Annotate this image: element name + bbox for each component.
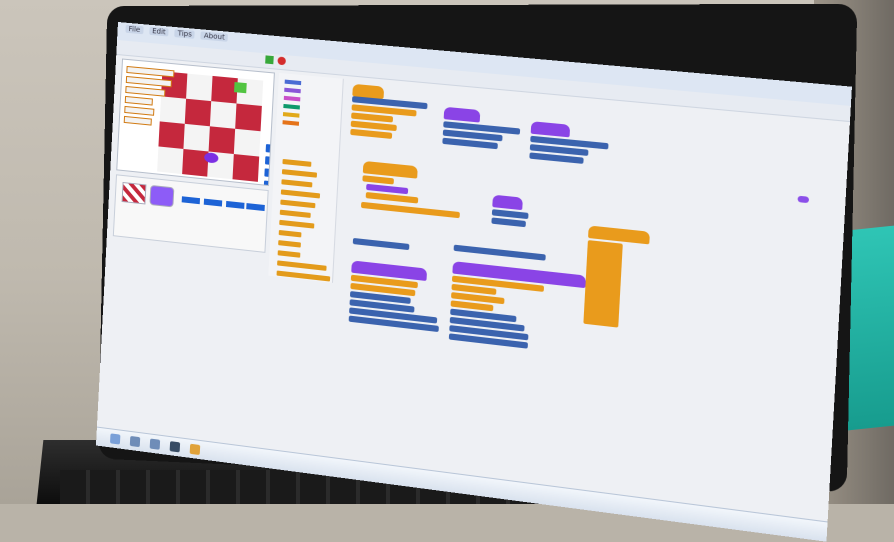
sprite-thumbnail[interactable] [225,200,245,209]
variable-monitor [125,75,172,88]
taskbar-app-icon[interactable] [149,438,161,450]
taskbar-app-icon[interactable] [169,441,181,453]
palette-block[interactable] [281,169,318,178]
variable-monitor [124,95,153,106]
blue-button[interactable] [265,144,275,154]
category-data[interactable] [282,120,300,126]
script-block[interactable] [352,237,410,251]
palette-block[interactable] [280,189,321,199]
palette-block[interactable] [278,240,301,248]
variable-monitors [123,65,175,128]
menu-file[interactable]: File [125,24,144,35]
category-looks[interactable] [284,87,301,94]
sprite-pane [112,174,269,253]
palette-block[interactable] [277,250,301,258]
category-sound[interactable] [283,95,301,102]
category-pen[interactable] [283,103,300,110]
palette-block[interactable] [278,229,302,238]
sprite-thumbnail[interactable] [121,181,147,205]
palette-block[interactable] [279,219,315,229]
palette-block[interactable] [277,260,327,271]
green-flag-icon[interactable] [265,55,274,65]
palette-block[interactable] [276,270,331,282]
category-events[interactable] [282,112,300,118]
current-sprite-icon [797,195,810,204]
script-block[interactable] [443,106,481,123]
script-block[interactable] [350,128,393,139]
palette-block[interactable] [280,199,316,209]
stage[interactable] [116,58,275,187]
script-block[interactable] [530,121,571,138]
sprite-thumbnail[interactable] [246,203,265,212]
sprite-thumbnail[interactable] [149,184,175,208]
menu-tips[interactable]: Tips [174,29,196,39]
variable-monitor [125,85,166,97]
palette-block[interactable] [282,158,312,167]
block-palette [268,72,344,283]
script-block[interactable] [360,201,460,219]
script-block[interactable] [492,194,523,211]
category-motion[interactable] [284,79,302,86]
palette-block[interactable] [281,179,313,188]
script-block[interactable] [491,217,526,228]
start-button-icon[interactable] [109,433,121,445]
taskbar-app-icon[interactable] [129,435,141,448]
palette-block[interactable] [279,209,311,218]
sprite-thumbnail[interactable] [203,198,223,207]
sprite-thumbnail[interactable] [181,196,201,205]
menu-about[interactable]: About [200,31,229,42]
script-block[interactable] [453,244,546,261]
dropdown-menu[interactable] [583,240,623,328]
variable-monitor [123,115,152,126]
menu-edit[interactable]: Edit [148,26,169,37]
variable-monitor [124,105,155,116]
taskbar-app-icon[interactable] [189,443,201,456]
flag-sprite [234,82,247,94]
script-block[interactable] [365,191,419,204]
